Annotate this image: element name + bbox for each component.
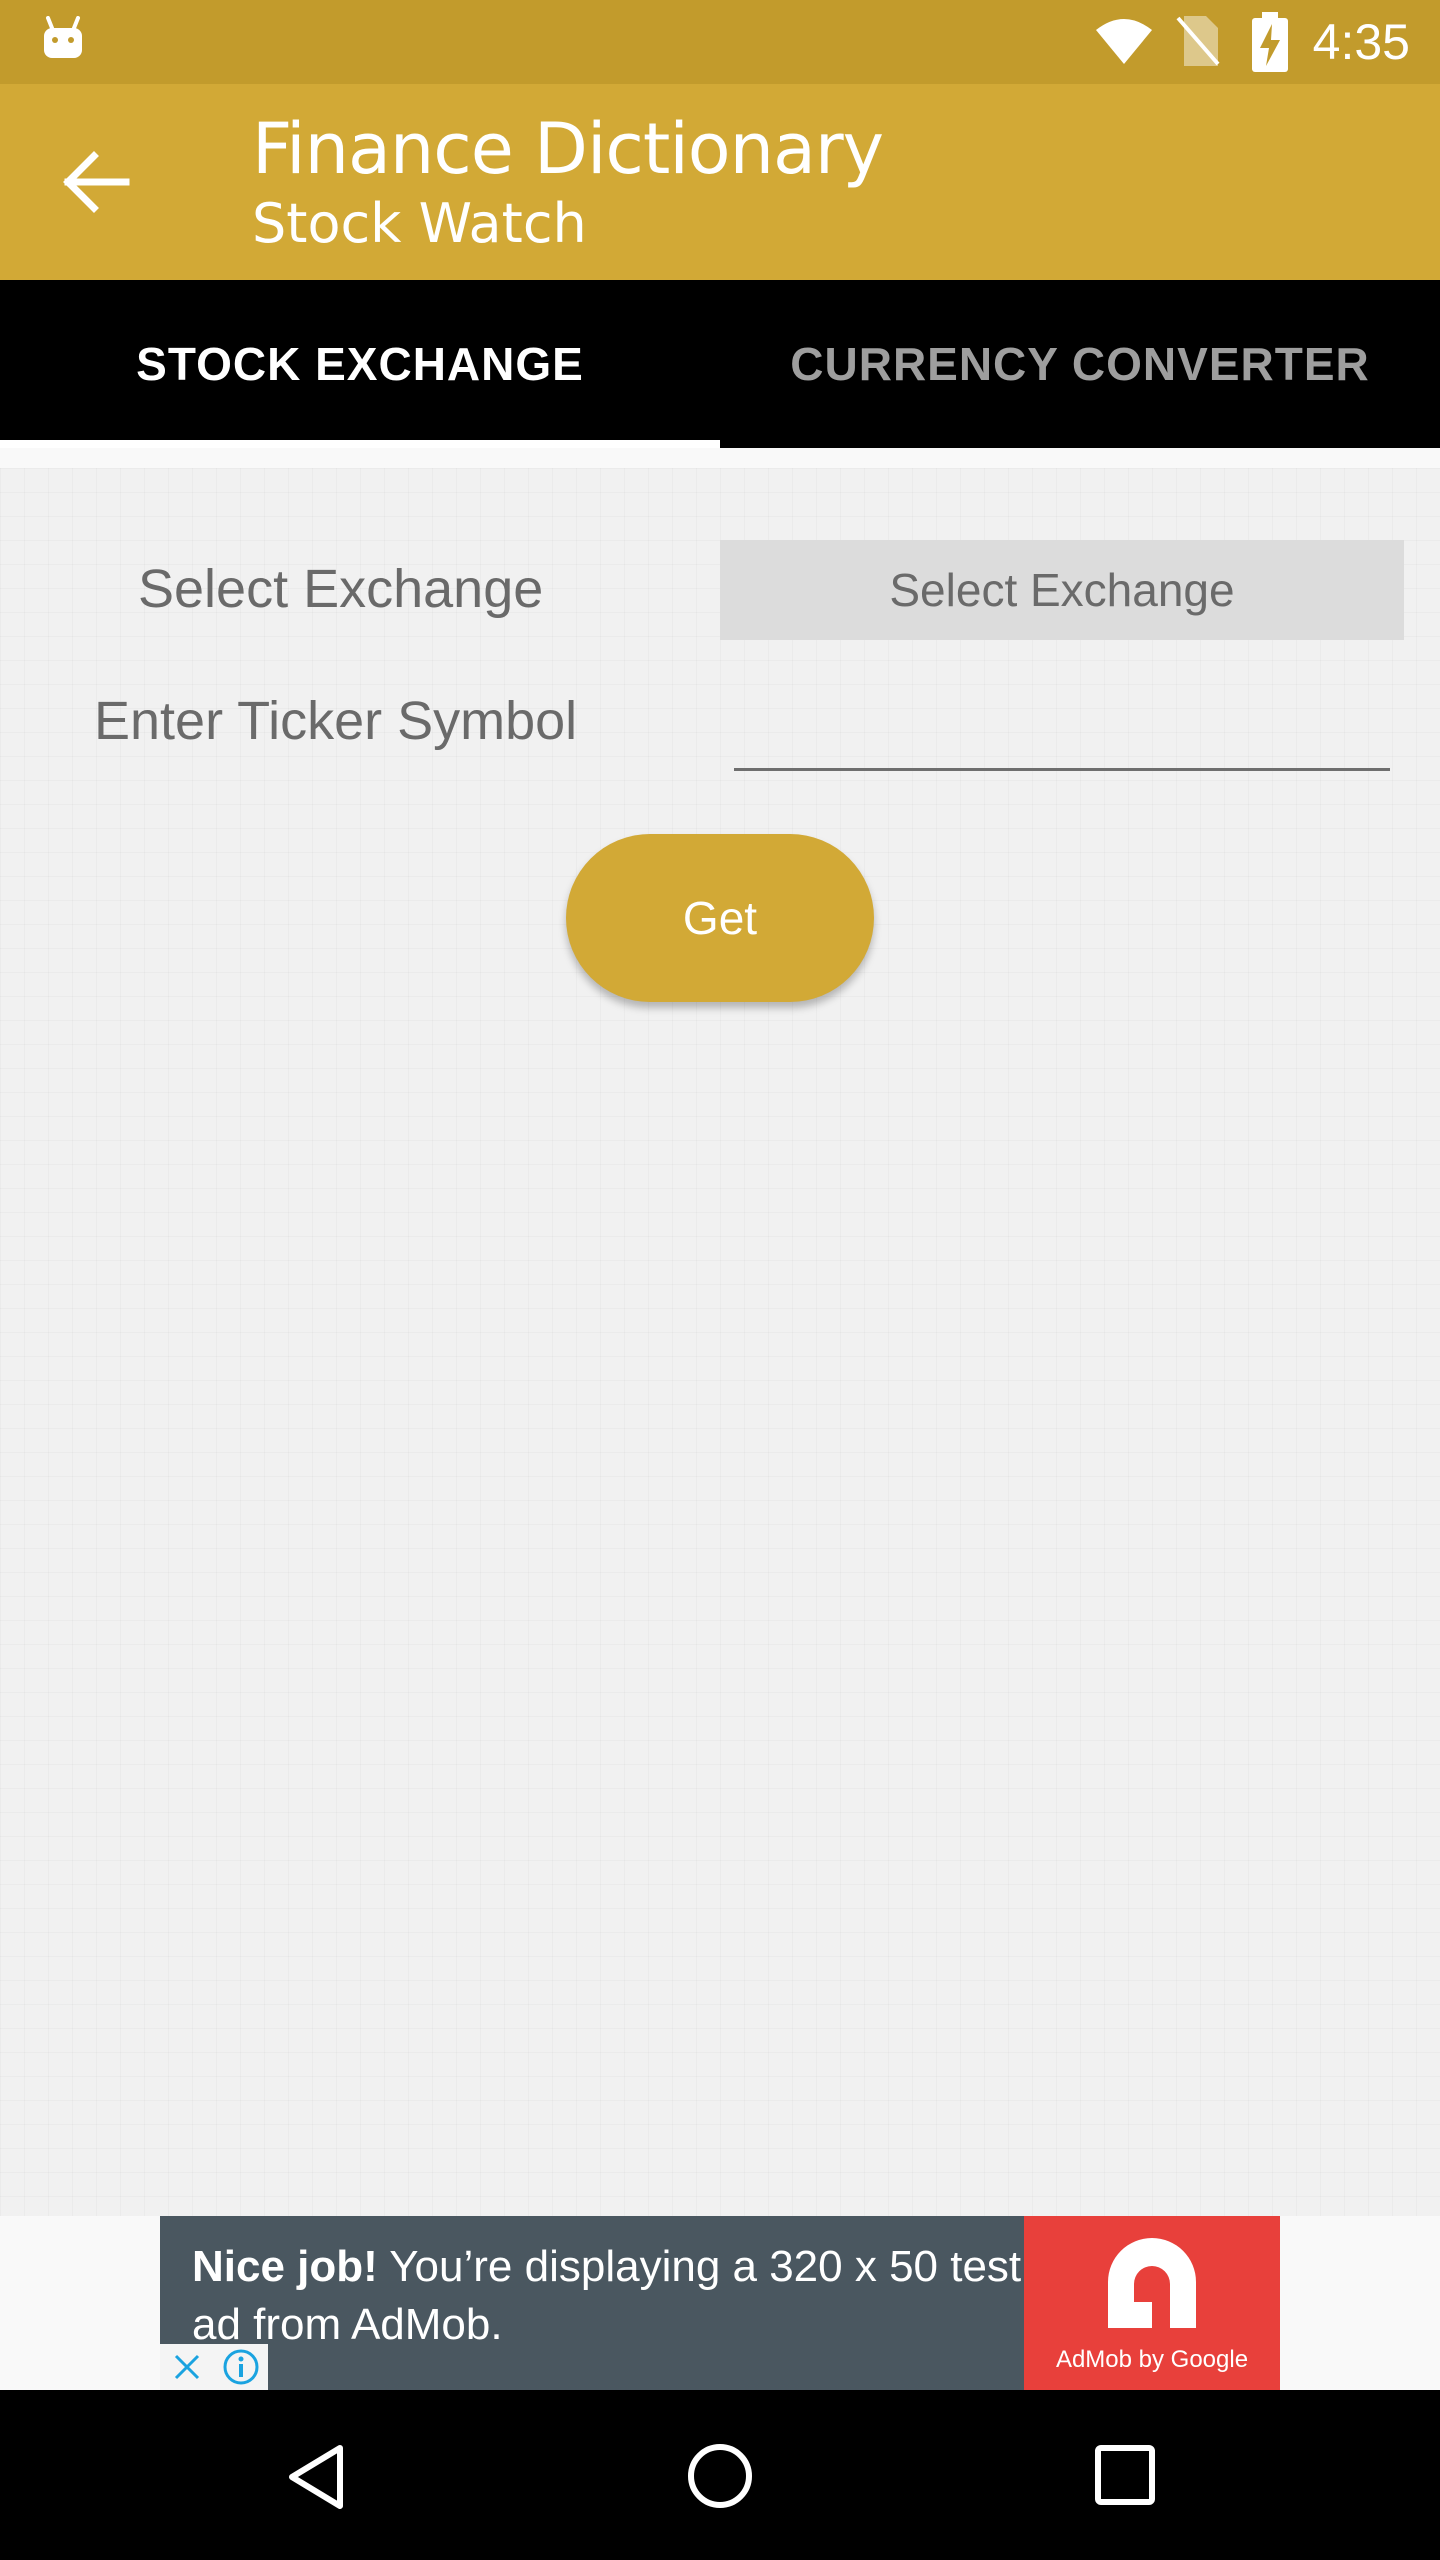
tab-bar: STOCK EXCHANGE CURRENCY CONVERTER <box>0 280 1440 448</box>
select-exchange-label: Select Exchange <box>138 559 544 619</box>
ad-brand: AdMob by Google <box>1055 2346 1249 2373</box>
ad-headline: Nice job! <box>192 2242 378 2291</box>
nav-recents-icon[interactable] <box>1094 2444 1156 2506</box>
nav-back-icon[interactable] <box>284 2442 348 2512</box>
app-subtitle: Stock Watch <box>252 192 587 255</box>
ticker-symbol-input[interactable] <box>734 668 1390 771</box>
tab-selected-indicator <box>0 440 720 448</box>
admob-logo-icon <box>1108 2238 1196 2328</box>
android-icon <box>44 16 82 58</box>
get-button[interactable]: Get <box>566 834 874 1002</box>
tab-currency-converter[interactable]: CURRENCY CONVERTER <box>720 280 1440 448</box>
admob-logo-panel: AdMob by Google <box>1024 2216 1280 2390</box>
ad-choices <box>160 2344 268 2390</box>
exchange-select-button[interactable]: Select Exchange <box>720 540 1404 640</box>
tab-stock-exchange[interactable]: STOCK EXCHANGE <box>0 280 720 448</box>
status-bar: 4:35 <box>0 0 1440 84</box>
app-bar: Finance Dictionary Stock Watch <box>0 84 1440 280</box>
ad-close-icon[interactable] <box>160 2344 214 2390</box>
tabs-divider <box>0 448 1440 468</box>
system-nav-bar <box>0 2390 1440 2560</box>
ad-banner[interactable]: Nice job! You’re displaying a 320 x 50 t… <box>160 2216 1280 2390</box>
app-title: Finance Dictionary <box>252 108 884 190</box>
ad-text: Nice job! You’re displaying a 320 x 50 t… <box>192 2238 1022 2354</box>
status-time: 4:35 <box>1312 14 1410 70</box>
wifi-icon <box>1096 19 1152 64</box>
ad-info-icon[interactable] <box>214 2344 268 2390</box>
stock-exchange-panel: Select Exchange Select Exchange Enter Ti… <box>0 468 1440 2216</box>
ticker-symbol-label: Enter Ticker Symbol <box>94 691 578 751</box>
no-sim-icon <box>1176 16 1220 66</box>
battery-charging-icon <box>1252 12 1288 72</box>
arrow-left-icon[interactable] <box>60 150 134 214</box>
nav-home-icon[interactable] <box>686 2442 754 2510</box>
